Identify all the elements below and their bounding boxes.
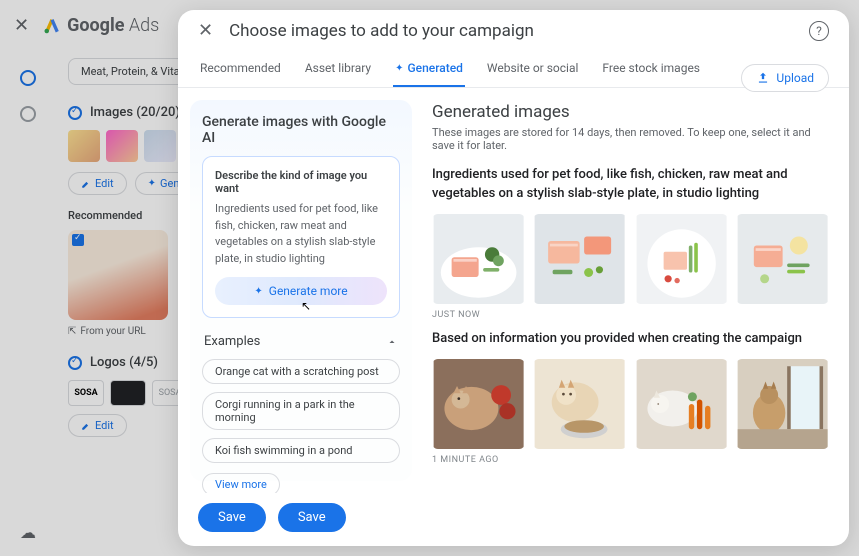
image-row (432, 359, 829, 449)
results-title: Generated images (432, 102, 829, 122)
example-chip[interactable]: Corgi running in a park in the morning (202, 392, 400, 430)
image-picker-modal: ✕ Choose images to add to your campaign … (178, 10, 849, 546)
cursor-icon: ↖ (301, 299, 311, 313)
view-more-button[interactable]: View more (202, 473, 280, 493)
sparkle-icon: ✦ (395, 63, 403, 74)
group-title: Based on information you provided when c… (432, 330, 829, 349)
image-thumb (144, 130, 176, 162)
example-chip[interactable]: Koi fish swimming in a pond (202, 438, 400, 463)
save-button[interactable]: Save (198, 503, 266, 532)
generated-image[interactable] (736, 214, 829, 304)
check-icon (68, 106, 82, 120)
upload-icon (756, 71, 770, 85)
close-icon[interactable]: ✕ (198, 20, 213, 41)
timestamp-label: 1 MINUTE AGO (432, 455, 829, 465)
generated-image[interactable] (533, 214, 626, 304)
sparkle-icon: ✦ (254, 286, 262, 297)
edit-button: Edit (68, 172, 127, 195)
save-button[interactable]: Save (278, 503, 346, 532)
help-icon[interactable]: ? (809, 21, 829, 41)
image-row (432, 214, 829, 304)
modal-footer: Save Save (178, 493, 849, 546)
chevron-up-icon (386, 336, 398, 348)
rail-step-icon (20, 106, 36, 122)
tab-recommended[interactable]: Recommended (198, 51, 283, 87)
check-icon (68, 356, 82, 370)
group-title: Ingredients used for pet food, like fish… (432, 166, 829, 204)
generated-image[interactable] (635, 214, 728, 304)
generated-image[interactable] (432, 359, 525, 449)
generate-panel-title: Generate images with Google AI (202, 114, 400, 146)
logo-thumb: SOSA (68, 380, 104, 406)
examples-header[interactable]: Examples (204, 334, 398, 349)
category-chip: Meat, Protein, & Vita (68, 58, 193, 85)
prompt-label: Describe the kind of image you want (215, 169, 387, 195)
generated-image[interactable] (736, 359, 829, 449)
recommended-image (68, 230, 168, 320)
prompt-card: Describe the kind of image you want Ingr… (202, 156, 400, 318)
example-chip[interactable]: Orange cat with a scratching post (202, 359, 400, 384)
generated-image[interactable] (533, 359, 626, 449)
generate-panel: Generate images with Google AI Describe … (190, 100, 412, 481)
image-thumb (106, 130, 138, 162)
tab-asset-library[interactable]: Asset library (303, 51, 373, 87)
timestamp-label: JUST NOW (432, 310, 829, 320)
generated-image[interactable] (432, 214, 525, 304)
generated-image[interactable] (635, 359, 728, 449)
left-rail (0, 50, 56, 122)
bg-close-icon: ✕ (14, 15, 29, 36)
results-pane: Generated images These images are stored… (412, 88, 849, 493)
results-subtitle: These images are stored for 14 days, the… (432, 126, 829, 152)
cloud-icon: ☁ (20, 523, 36, 542)
generate-more-button[interactable]: ✦ Generate more ↖ (215, 277, 387, 305)
prompt-textarea[interactable]: Ingredients used for pet food, like fish… (215, 201, 387, 267)
logo-thumb (110, 380, 146, 406)
image-thumb (68, 130, 100, 162)
tab-website-social[interactable]: Website or social (485, 51, 581, 87)
edit-button: Edit (68, 414, 127, 437)
upload-button[interactable]: Upload (741, 64, 829, 92)
tab-generated[interactable]: ✦Generated (393, 51, 465, 87)
modal-title: Choose images to add to your campaign (229, 21, 793, 41)
rail-step-icon (20, 70, 36, 86)
google-ads-logo: Google Ads (43, 15, 159, 36)
tab-free-stock[interactable]: Free stock images (600, 51, 702, 87)
